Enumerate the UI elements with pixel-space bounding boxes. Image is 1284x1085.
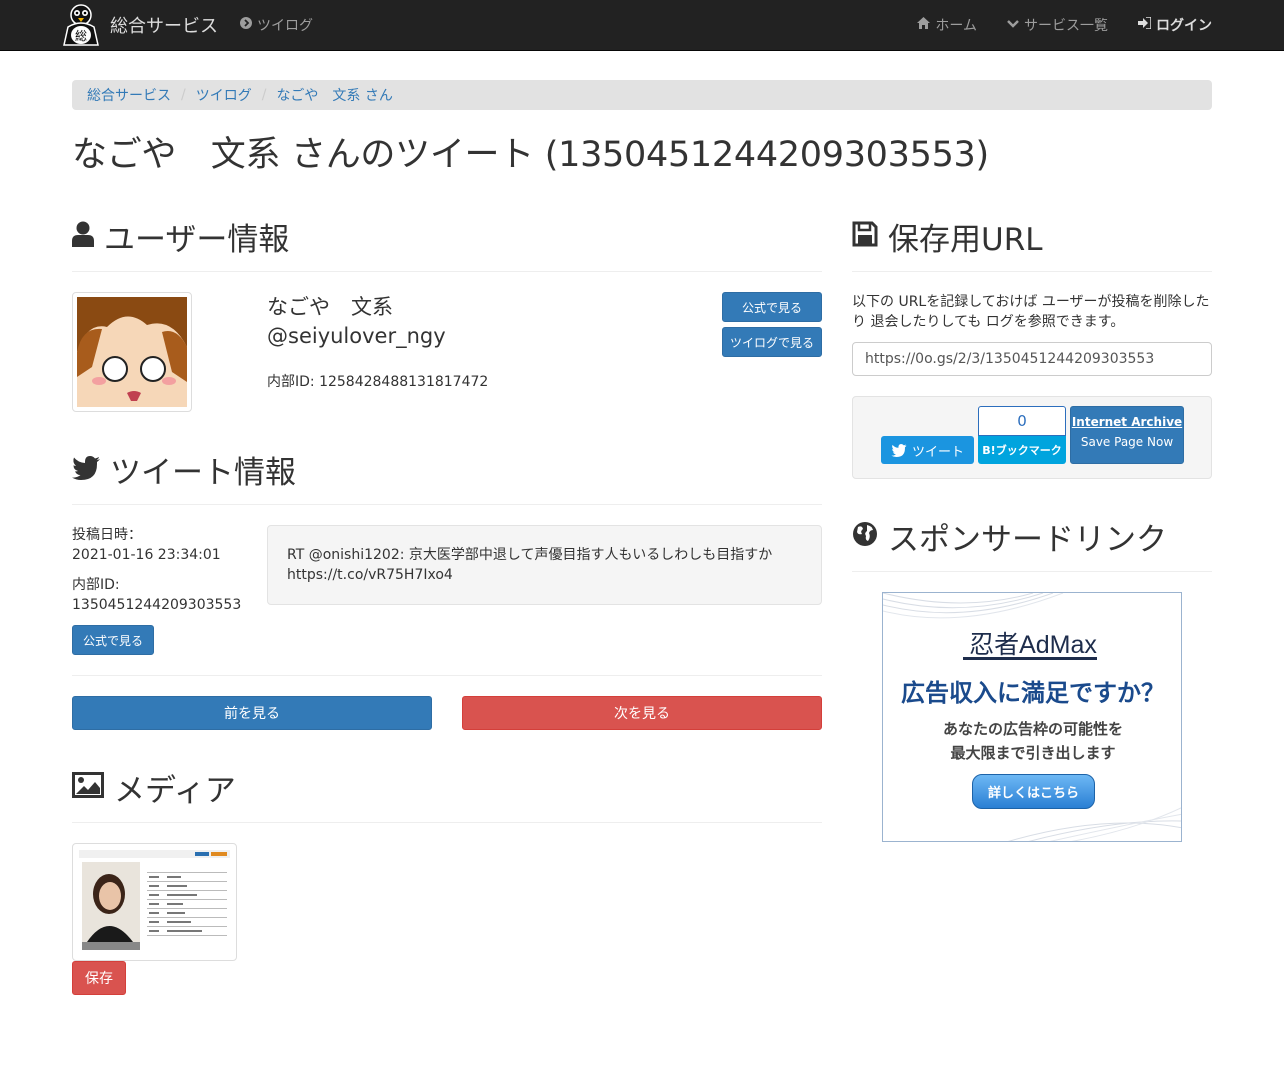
twitter-bird-icon	[891, 443, 907, 457]
user-info-heading: ユーザー情報	[72, 214, 289, 259]
nav-services-label: サービス一覧	[1024, 18, 1108, 34]
sponsor-ad-banner[interactable]: 忍者AdMax 広告収入に満足ですか？ あなたの広告枠の可能性を 最大限まで引き…	[882, 592, 1182, 842]
tweet-info-heading: ツイート情報	[72, 447, 296, 492]
save-url-input[interactable]	[852, 342, 1212, 376]
sponsor-heading: スポンサードリンク	[852, 514, 1167, 559]
globe-icon	[852, 519, 878, 555]
tweet-text: RT @onishi1202: 京大医学部中退して声優目指す人もいるしわしも目指…	[287, 547, 773, 563]
ad-subtitle: あなたの広告枠の可能性を 最大限まで引き出します	[942, 720, 1123, 762]
nav-twilog[interactable]: ツイログ	[240, 0, 313, 50]
user-name-block: なごや 文系 @seiyulover_ngy	[267, 293, 446, 351]
breadcrumb-separator: /	[181, 87, 186, 103]
nav-home-label: ホーム	[935, 18, 977, 34]
tweet-official-button[interactable]: 公式で見る	[72, 625, 154, 655]
svg-text:総: 総	[75, 29, 87, 43]
save-page-now-label: Save Page Now	[1080, 435, 1174, 449]
hatena-bookmark-count: 0	[978, 406, 1066, 436]
user-icon	[72, 219, 94, 255]
internet-archive-label: Internet Archive	[1071, 415, 1183, 429]
ad-logo: 忍者AdMax	[969, 631, 1097, 659]
hatena-bookmark-button[interactable]: B!ブックマーク	[978, 436, 1066, 464]
nav-twilog-label: ツイログ	[257, 18, 313, 34]
user-twilog-button[interactable]: ツイログで見る	[722, 327, 822, 357]
avatar[interactable]	[72, 292, 192, 412]
media-heading: メディア	[72, 765, 236, 810]
save-url-heading: 保存用URL	[852, 214, 1043, 259]
divider	[852, 571, 1212, 572]
top-navbar: 総 総合サービス ツイログ ホーム サービス一覧 ログイン	[0, 0, 1284, 51]
posted-label: 投稿日時：	[72, 527, 142, 543]
nav-right-group: ホーム サービス一覧 ログイン	[887, 0, 1212, 50]
breadcrumb-item-user[interactable]: なごや 文系 さん	[276, 85, 392, 105]
nav-login-label: ログイン	[1156, 18, 1212, 34]
ad-details-button[interactable]: 詳しくはこちら	[972, 774, 1095, 809]
user-handle: @seiyulover_ngy	[267, 324, 446, 348]
ad-logo-underline	[963, 657, 1097, 660]
twitter-bird-icon	[72, 452, 100, 488]
save-url-description: 以下の URLを記録しておけば ユーザーが投稿を削除したり 退会したりしても ロ…	[852, 294, 1210, 330]
breadcrumb: 総合サービス / ツイログ / なごや 文系 さん	[72, 80, 1212, 110]
user-official-button[interactable]: 公式で見る	[722, 292, 822, 322]
user-internal-id: 内部ID: 1258428488131817472	[267, 374, 489, 390]
user-display-name: なごや 文系	[267, 295, 393, 319]
ad-title: 広告収入に満足ですか？	[901, 679, 1165, 707]
posted-value: 2021-01-16 23:34:01	[72, 547, 221, 563]
tweet-share-button[interactable]: ツイート	[881, 436, 974, 464]
sign-in-icon	[1138, 16, 1152, 33]
internet-archive-button[interactable]: Internet Archive Save Page Now	[1070, 406, 1184, 464]
divider	[852, 271, 1212, 272]
save-media-button[interactable]: 保存	[72, 961, 126, 995]
home-icon	[917, 17, 931, 33]
breadcrumb-item-twilog[interactable]: ツイログ	[196, 85, 252, 105]
media-thumbnail[interactable]	[72, 843, 237, 961]
chevron-circle-right-icon	[240, 17, 252, 33]
brand-link[interactable]: 総 総合サービス	[60, 2, 218, 48]
chevron-down-icon	[1007, 18, 1019, 33]
nav-login[interactable]: ログイン	[1138, 15, 1212, 35]
tweet-link[interactable]: https://t.co/vR75H7Ixo4	[287, 565, 802, 585]
breadcrumb-item-service[interactable]: 総合サービス	[87, 85, 171, 105]
breadcrumb-separator: /	[261, 87, 267, 103]
image-icon	[72, 770, 104, 806]
divider	[72, 504, 822, 505]
floppy-disk-icon	[852, 219, 878, 255]
tweet-text-box: RT @onishi1202: 京大医学部中退して声優目指す人もいるしわしも目指…	[267, 525, 822, 605]
nav-home[interactable]: ホーム	[917, 15, 977, 35]
brand-text: 総合サービス	[110, 16, 218, 37]
divider	[72, 675, 822, 676]
penguin-logo-icon: 総	[60, 3, 102, 47]
divider	[72, 271, 822, 272]
tweet-id-label: 内部ID:	[72, 577, 120, 593]
tweet-id-value: 1350451244209303553	[72, 597, 242, 613]
page-title: なごや 文系 さんのツイート (1350451244209303553)	[72, 135, 989, 175]
divider	[72, 822, 822, 823]
next-button[interactable]: 次を見る	[462, 696, 822, 730]
prev-button[interactable]: 前を見る	[72, 696, 432, 730]
nav-services[interactable]: サービス一覧	[1007, 15, 1108, 35]
